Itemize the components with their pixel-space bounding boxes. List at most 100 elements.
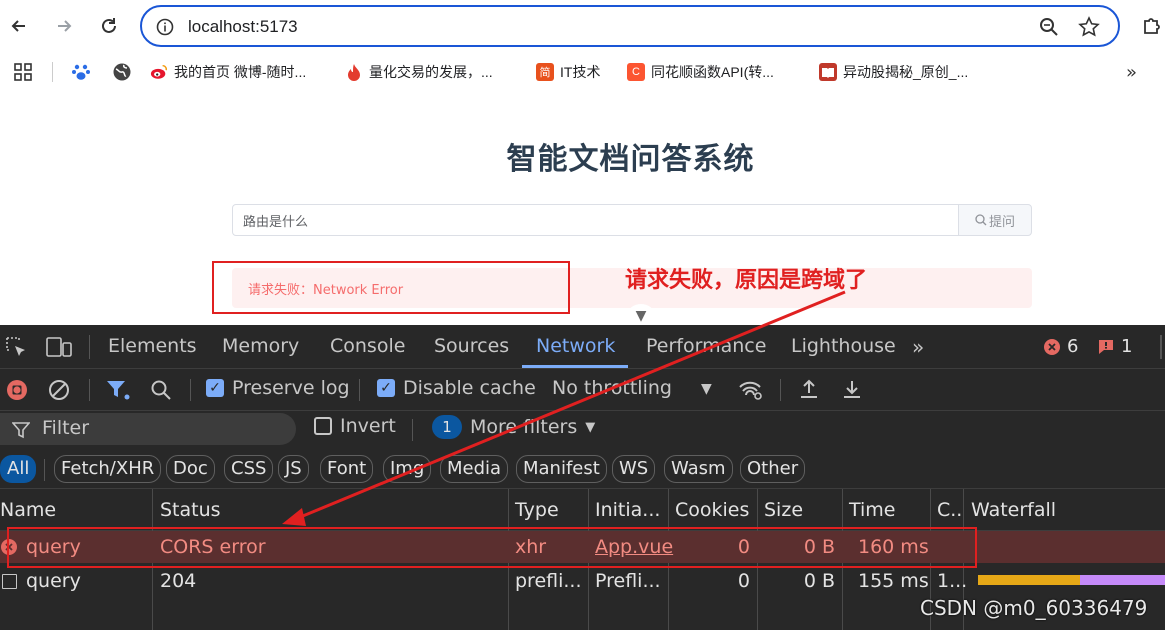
clear-icon[interactable]	[48, 379, 70, 401]
toolbar-divider	[190, 379, 191, 401]
bookmark-it[interactable]: 简 IT技术	[536, 62, 600, 82]
cell-size: 0 B	[803, 570, 835, 592]
tab-performance[interactable]: Performance	[646, 335, 766, 357]
more-bookmarks-icon[interactable]: »	[1126, 62, 1137, 83]
issue-count: 1	[1121, 336, 1133, 357]
invert-checkbox[interactable]: Invert	[314, 415, 396, 437]
flame-icon	[345, 63, 363, 81]
more-tabs-icon[interactable]: »	[912, 335, 924, 359]
cell-initiator: Prefli...	[595, 570, 661, 592]
bookmark-label: 量化交易的发展，...	[369, 64, 493, 80]
info-icon[interactable]	[156, 18, 174, 36]
column-name[interactable]: Name	[0, 499, 56, 521]
tab-sources[interactable]: Sources	[434, 335, 509, 357]
type-chip-media[interactable]: Media	[440, 455, 509, 483]
column-waterfall[interactable]: Waterfall	[971, 499, 1056, 521]
tab-elements[interactable]: Elements	[108, 335, 197, 357]
type-chip-css[interactable]: CSS	[224, 455, 274, 483]
devtools-tabbar: Elements Memory Console Sources Network …	[0, 325, 1165, 369]
baidu-paw-icon[interactable]	[71, 62, 91, 82]
waterfall-bar-download	[1080, 575, 1165, 585]
bookmark-stock[interactable]: 异动股揭秘_原创_...	[819, 62, 968, 82]
browser-toolbar: localhost:5173	[0, 0, 1165, 52]
table-row[interactable]: query 204 prefli... Prefli... 0 0 B 155 …	[0, 565, 1165, 597]
watermark: CSDN @m0_60336479	[920, 596, 1148, 620]
cell-cookies: 0	[737, 570, 750, 592]
reload-button[interactable]	[95, 12, 123, 40]
network-toolbar: ✓ Preserve log ✓ Disable cache No throttli…	[0, 369, 1165, 411]
disable-cache-checkbox[interactable]: ✓ Disable cache	[377, 377, 536, 399]
toolbar-divider	[780, 379, 781, 401]
bookmark-label: IT技术	[560, 64, 601, 80]
apps-grid-icon[interactable]	[14, 63, 32, 81]
address-bar[interactable]: localhost:5173	[140, 5, 1120, 47]
column-initiator[interactable]: Initia...	[595, 499, 660, 521]
preserve-log-checkbox[interactable]: ✓ Preserve log	[206, 377, 350, 399]
forward-button[interactable]	[50, 12, 78, 40]
filter-placeholder: Filter	[42, 417, 90, 439]
type-chip-doc[interactable]: Doc	[166, 455, 215, 483]
filter-funnel-icon[interactable]	[106, 379, 132, 401]
error-counter[interactable]: 6	[1043, 336, 1078, 357]
checkbox-checked-icon: ✓	[206, 379, 224, 397]
ask-button[interactable]: 提问	[958, 204, 1032, 236]
type-chip-img[interactable]: Img	[383, 455, 432, 483]
bookmark-weibo[interactable]: 我的首页 微博-随时...	[150, 62, 306, 82]
type-chip-all[interactable]: All	[0, 455, 37, 483]
ask-button-label: 提问	[988, 214, 1015, 230]
column-size[interactable]: Size	[764, 499, 803, 521]
type-chip-ws[interactable]: WS	[612, 455, 656, 483]
cell-time: 155 ms	[858, 570, 929, 592]
extensions-button[interactable]	[1138, 12, 1165, 40]
tab-lighthouse[interactable]: Lighthouse	[791, 335, 896, 357]
star-icon[interactable]	[1078, 16, 1100, 38]
preserve-log-label: Preserve log	[232, 377, 350, 399]
more-filters-dropdown[interactable]: 1 More filters ▼	[432, 415, 595, 439]
question-input[interactable]	[232, 204, 959, 236]
issue-flag-icon	[1099, 339, 1113, 354]
url-text[interactable]: localhost:5173	[188, 17, 298, 37]
import-har-icon[interactable]	[798, 378, 820, 400]
search-icon[interactable]	[150, 379, 172, 401]
tab-network[interactable]: Network	[536, 335, 615, 357]
filter-input[interactable]: Filter	[0, 413, 296, 445]
invert-label: Invert	[340, 415, 396, 437]
issues-counter[interactable]: 1	[1097, 336, 1132, 357]
tab-console[interactable]: Console	[330, 335, 405, 357]
type-chip-fetch-xhr[interactable]: Fetch/XHR	[54, 455, 162, 483]
bookmark-quant[interactable]: 量化交易的发展，...	[345, 62, 493, 82]
network-conditions-icon[interactable]	[738, 379, 764, 401]
reload-icon	[102, 18, 116, 33]
inspect-element-icon[interactable]	[5, 336, 27, 358]
type-chip-wasm[interactable]: Wasm	[664, 455, 733, 483]
zoom-icon[interactable]	[1039, 17, 1059, 37]
filter-divider	[412, 419, 413, 441]
type-chip-other[interactable]: Other	[740, 455, 806, 483]
back-button[interactable]	[5, 12, 33, 40]
filter-icon	[12, 422, 30, 439]
export-har-icon[interactable]	[841, 378, 863, 400]
globe-icon[interactable]	[112, 62, 132, 82]
column-cookies[interactable]: Cookies	[675, 499, 749, 521]
column-connection[interactable]: C..	[937, 499, 962, 521]
type-chip-font[interactable]: Font	[320, 455, 374, 483]
throttling-value: No throttling	[552, 377, 672, 399]
search-icon	[975, 214, 987, 226]
type-chip-manifest[interactable]: Manifest	[516, 455, 607, 483]
throttling-select[interactable]: No throttling	[552, 377, 672, 399]
device-toolbar-icon[interactable]	[46, 336, 72, 358]
type-chip-js[interactable]: JS	[278, 455, 309, 483]
column-time[interactable]: Time	[849, 499, 896, 521]
disable-cache-label: Disable cache	[403, 377, 536, 399]
column-type[interactable]: Type	[515, 499, 559, 521]
tab-memory[interactable]: Memory	[222, 335, 299, 357]
checkbox-checked-icon: ✓	[377, 379, 395, 397]
annotation-text: 请求失败，原因是跨域了	[625, 268, 868, 293]
chevron-down-icon[interactable]: ▼	[701, 381, 712, 397]
devtools-panel: Elements Memory Console Sources Network …	[0, 325, 1165, 630]
toolbar-divider	[359, 379, 360, 401]
bookmarks-divider	[52, 62, 53, 82]
column-status[interactable]: Status	[160, 499, 221, 521]
bookmark-ths[interactable]: C 同花顺函数API(转...	[627, 62, 774, 82]
record-stop-icon[interactable]	[6, 379, 28, 401]
